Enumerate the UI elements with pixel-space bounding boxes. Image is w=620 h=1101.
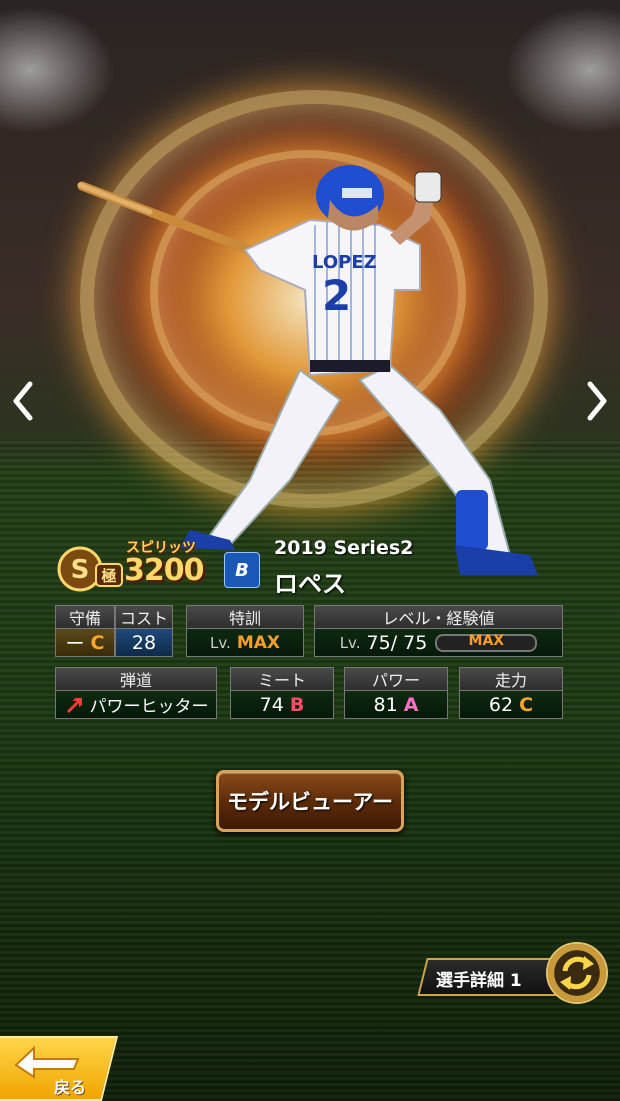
svg-text:極: 極 [100, 567, 116, 585]
player-detail-label[interactable]: 選手詳細 1 [436, 966, 522, 991]
stat-power-value: 81 [373, 693, 398, 716]
s-kiwami-rank-icon: S 極 [57, 546, 123, 592]
stat-defense-value: ー [65, 633, 85, 655]
prev-player-arrow[interactable] [6, 378, 40, 424]
stat-trajectory-label: 弾道 [55, 667, 217, 691]
stat-cost-value: 28 [131, 631, 157, 654]
stat-trajectory-value: パワーヒッター [89, 697, 209, 717]
spirit-value: 3200 [124, 553, 204, 588]
stat-power: パワー 81 A [344, 667, 448, 719]
stat-trajectory: 弾道 パワーヒッター [55, 667, 217, 719]
svg-text:S: S [71, 555, 90, 585]
chevron-left-icon [13, 381, 33, 421]
svg-text:2: 2 [322, 271, 351, 320]
up-right-arrow-icon [66, 697, 82, 713]
player-name: ロペス [274, 570, 346, 598]
card-series: 2019 Series2 [274, 537, 414, 559]
stat-cost: コスト 28 [115, 605, 173, 657]
stat-power-label: パワー [344, 667, 448, 691]
stat-cost-label: コスト [115, 605, 173, 629]
model-viewer-button[interactable]: モデルビューアー [216, 770, 404, 832]
stat-training-lv: Lv. [209, 633, 231, 652]
stat-meet-grade: B [289, 693, 305, 716]
svg-text:LOPEZ: LOPEZ [312, 252, 377, 273]
stat-speed-value: 62 [488, 693, 514, 716]
exp-bar: MAX [435, 632, 538, 652]
stat-level-current: 75/ [366, 631, 398, 654]
stat-power-grade: A [403, 693, 419, 716]
stat-level-label: レベル・経験値 [314, 605, 563, 629]
stat-meet: ミート 74 B [230, 667, 334, 719]
stat-level-max: 75 [403, 631, 428, 654]
stat-meet-label: ミート [230, 667, 334, 691]
exp-bar-label: MAX [468, 632, 505, 649]
team-logo-text: B [235, 559, 249, 581]
team-logo-icon: B [224, 552, 260, 588]
next-player-arrow[interactable] [580, 378, 614, 424]
stat-defense-grade: C [90, 631, 105, 654]
stat-speed: 走力 62 C [459, 667, 563, 719]
switch-view-button[interactable] [546, 942, 608, 1004]
stat-training-label: 特訓 [186, 605, 304, 629]
player-illustration: LOPEZ 2 [77, 165, 538, 575]
stat-defense: 守備 ー C [55, 605, 115, 657]
stat-level: レベル・経験値 Lv. 75/ 75 MAX [314, 605, 563, 657]
back-label[interactable]: 戻る [54, 1074, 86, 1098]
chevron-right-icon [587, 381, 607, 421]
stat-speed-grade: C [519, 693, 534, 716]
stat-speed-label: 走力 [459, 667, 563, 691]
stat-training: 特訓 Lv. MAX [186, 605, 304, 657]
stat-training-value: MAX [236, 632, 281, 653]
refresh-icon [560, 956, 594, 990]
stat-defense-label: 守備 [55, 605, 115, 629]
stat-level-lv: Lv. [339, 633, 361, 652]
stat-meet-value: 74 [259, 693, 284, 716]
